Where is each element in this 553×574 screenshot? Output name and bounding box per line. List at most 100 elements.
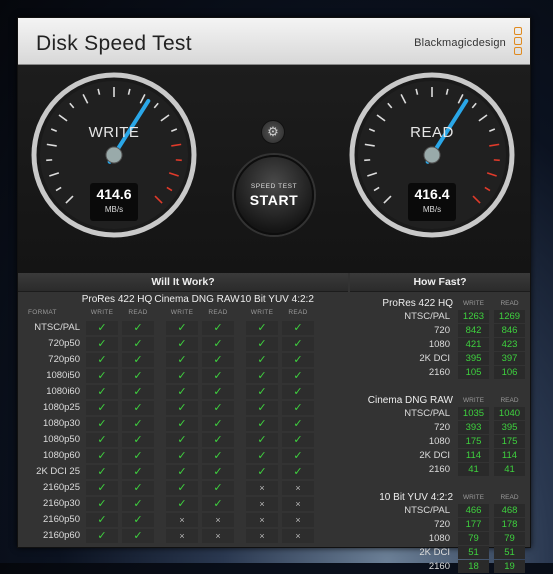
resolution-label: 720 [434,325,450,336]
write-gauge: WRITE 414.6 MB/s [30,71,198,239]
table-row: 1080p25✓✓✓✓✓✓ [18,400,348,416]
table-row: 1080i60✓✓✓✓✓✓ [18,384,348,400]
check-icon: ✓ [86,513,118,527]
brand-name: Blackmagicdesign [414,37,506,49]
results-tables: Will It Work? FORMAT ProRes 422 HQCinema… [18,273,530,547]
check-icon: ✓ [202,449,234,463]
check-icon: ✓ [166,465,198,479]
cross-icon: × [166,529,198,543]
table-row: 720p60✓✓✓✓✓✓ [18,352,348,368]
cross-icon: × [282,513,314,527]
format-label: 2K DCI 25 [20,466,80,477]
gear-icon: ⚙ [267,124,279,139]
check-icon: ✓ [246,385,278,399]
check-icon: ✓ [86,417,118,431]
check-icon: ✓ [166,481,198,495]
check-icon: ✓ [122,353,154,367]
check-icon: ✓ [246,321,278,335]
check-icon: ✓ [166,321,198,335]
write-fps-value: 177 [458,518,489,531]
how-fast-table: How Fast? ProRes 422 HQWRITEREADNTSC/PAL… [350,273,530,547]
write-gauge-label: WRITE [30,124,198,141]
table-row: 2K DCI395397 [350,352,530,366]
check-icon: ✓ [282,321,314,335]
table-row: 2160p30✓✓✓✓×× [18,496,348,512]
cross-icon: × [246,513,278,527]
check-icon: ✓ [122,321,154,335]
write-speed-unit: MB/s [90,205,138,214]
gauge-panel: WRITE 414.6 MB/s ⚙ SPEED TEST START READ… [18,65,530,273]
write-fps-value: 51 [458,546,489,559]
check-icon: ✓ [122,449,154,463]
check-icon: ✓ [122,497,154,511]
format-label: 1080p25 [20,402,80,413]
blackmagic-logo-icon [514,27,522,57]
check-icon: ✓ [122,369,154,383]
read-subheader: READ [494,494,525,501]
check-icon: ✓ [202,481,234,495]
resolution-label: NTSC/PAL [404,408,450,419]
write-speed-value: 414.6 [90,186,138,202]
write-subheader: WRITE [86,309,118,316]
write-fps-value: 41 [458,463,489,476]
check-icon: ✓ [122,433,154,447]
table-row: 10807979 [350,532,530,546]
check-icon: ✓ [246,369,278,383]
check-icon: ✓ [282,449,314,463]
check-icon: ✓ [202,433,234,447]
table-row: 720 177 178 [350,518,530,532]
table-row: 1080i50✓✓✓✓✓✓ [18,368,348,384]
resolution-label: 2K DCI [419,450,450,461]
read-speed-unit: MB/s [408,205,456,214]
table-row: 1080175175 [350,435,530,449]
table-row: 720393395 [350,421,530,435]
read-subheader: READ [202,309,234,316]
codec-group-header: 10 Bit YUV 4:2:2 [350,492,453,503]
codec-column-header: 10 Bit YUV 4:2:2 [227,294,327,305]
write-fps-value: 421 [458,338,489,351]
read-fps-value: 79 [494,532,525,545]
write-subheader: WRITE [458,397,489,404]
check-icon: ✓ [282,417,314,431]
check-icon: ✓ [86,337,118,351]
resolution-label: 2160 [429,367,450,378]
check-icon: ✓ [202,353,234,367]
read-fps-value: 1269 [494,310,525,323]
read-fps-value: 114 [494,449,525,462]
check-icon: ✓ [122,385,154,399]
start-button[interactable]: SPEED TEST START [234,155,314,235]
check-icon: ✓ [282,433,314,447]
check-icon: ✓ [86,401,118,415]
settings-gear-button[interactable]: ⚙ [261,120,285,144]
read-gauge-label: READ [348,124,516,141]
read-gauge: READ 416.4 MB/s [348,71,516,239]
check-icon: ✓ [166,385,198,399]
read-fps-value: 178 [494,518,525,531]
check-icon: ✓ [282,385,314,399]
read-fps-value: 175 [494,435,525,448]
check-icon: ✓ [86,465,118,479]
start-button-caption: SPEED TEST [236,183,312,190]
read-fps-value: 1040 [494,407,525,420]
check-icon: ✓ [166,449,198,463]
cross-icon: × [202,529,234,543]
check-icon: ✓ [86,433,118,447]
check-icon: ✓ [86,481,118,495]
read-readout: 416.4 MB/s [408,183,456,221]
check-icon: ✓ [246,417,278,431]
write-fps-value: 18 [458,560,489,573]
write-fps-value: 466 [458,504,489,517]
table-row: 2K DCI 25✓✓✓✓✓✓ [18,464,348,480]
table-row: 1080421423 [350,338,530,352]
format-label: 1080i50 [20,370,80,381]
check-icon: ✓ [166,401,198,415]
check-icon: ✓ [282,337,314,351]
check-icon: ✓ [166,337,198,351]
write-fps-value: 79 [458,532,489,545]
table-row: NTSC/PAL✓✓✓✓✓✓ [18,320,348,336]
gauge-hub [106,147,122,163]
resolution-label: 720 [434,519,450,530]
write-fps-value: 393 [458,421,489,434]
check-icon: ✓ [122,465,154,479]
codec-group-header: Cinema DNG RAW [350,395,453,406]
